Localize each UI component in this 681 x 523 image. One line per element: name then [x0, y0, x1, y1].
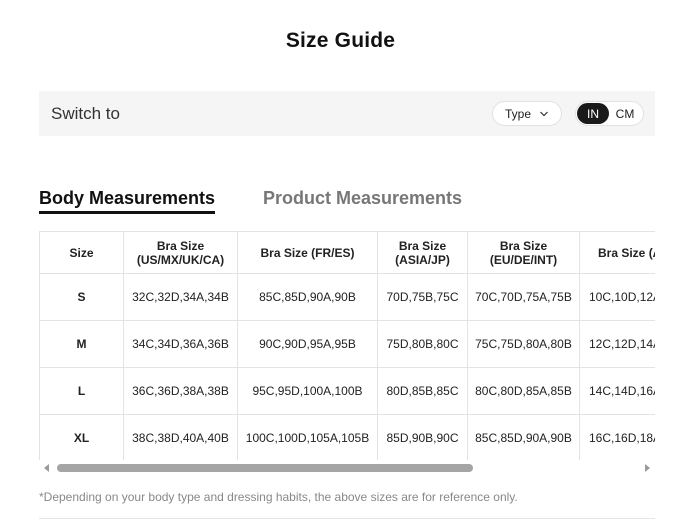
- horizontal-scrollbar[interactable]: [39, 461, 655, 475]
- header-size: Size: [39, 231, 124, 274]
- table-cell: 34C,34D,36A,36B: [123, 320, 238, 368]
- tab-product-measurements[interactable]: Product Measurements: [263, 188, 462, 209]
- cell-size: M: [39, 320, 124, 368]
- table-cell: 70D,75B,75C: [377, 273, 468, 321]
- type-dropdown[interactable]: Type: [492, 101, 562, 126]
- table-row: L 36C,36D,38A,38B 95C,95D,100A,100B 80D,…: [39, 367, 655, 415]
- table-cell: 14C,14D,16A,16B: [579, 367, 655, 415]
- active-tab-underline: [39, 211, 215, 214]
- header-bra-size-fr: Bra Size (FR/ES): [237, 231, 378, 274]
- table-cell: 38C,38D,40A,40B: [123, 414, 238, 460]
- page-title: Size Guide: [285, 29, 396, 52]
- table-cell: 95C,95D,100A,100B: [237, 367, 378, 415]
- chevron-down-icon: [540, 111, 548, 117]
- size-table-scroll-area[interactable]: Size Bra Size (US/MX/UK/CA) Bra Size (FR/…: [39, 231, 655, 460]
- table-cell: 70C,70D,75A,75B: [467, 273, 580, 321]
- reference-note: *Depending on your body type and dressin…: [39, 490, 518, 504]
- table-cell: 80D,85B,85C: [377, 367, 468, 415]
- table-cell: 75D,80B,80C: [377, 320, 468, 368]
- table-cell: 85D,90B,90C: [377, 414, 468, 460]
- unit-toggle: IN CM: [575, 101, 644, 126]
- table-cell: 90C,90D,95A,95B: [237, 320, 378, 368]
- scroll-right-arrow-icon[interactable]: [645, 464, 650, 472]
- table-cell: 100C,100D,105A,105B: [237, 414, 378, 460]
- cell-size: L: [39, 367, 124, 415]
- table-cell: 80C,80D,85A,85B: [467, 367, 580, 415]
- table-cell: 12C,12D,14A,14B: [579, 320, 655, 368]
- divider: [39, 518, 655, 519]
- table-cell: 10C,10D,12A,12B: [579, 273, 655, 321]
- table-cell: 16C,16D,18A,18B: [579, 414, 655, 460]
- table-row: S 32C,32D,34A,34B 85C,85D,90A,90B 70D,75…: [39, 273, 655, 321]
- table-row: XL 38C,38D,40A,40B 100C,100D,105A,105B 8…: [39, 414, 655, 460]
- unit-switch-bar: Switch to Type IN CM: [39, 91, 655, 136]
- header-bra-size-asia: Bra Size (ASIA/JP): [377, 231, 468, 274]
- table-cell: 75C,75D,80A,80B: [467, 320, 580, 368]
- scroll-left-arrow-icon[interactable]: [44, 464, 49, 472]
- cell-size: S: [39, 273, 124, 321]
- table-row: M 34C,34D,36A,36B 90C,90D,95A,95B 75D,80…: [39, 320, 655, 368]
- unit-cm-button[interactable]: CM: [609, 103, 641, 124]
- table-header-row: Size Bra Size (US/MX/UK/CA) Bra Size (FR/…: [39, 231, 655, 274]
- table-cell: 85C,85D,90A,90B: [467, 414, 580, 460]
- unit-in-button[interactable]: IN: [577, 103, 609, 124]
- header-bra-size-eu: Bra Size (EU/DE/INT): [467, 231, 580, 274]
- switch-label: Switch to: [51, 104, 120, 123]
- header-bra-size-au: Bra Size (AU/NZ): [579, 231, 655, 274]
- header-bra-size-us: Bra Size (US/MX/UK/CA): [123, 231, 238, 274]
- size-table: Size Bra Size (US/MX/UK/CA) Bra Size (FR/…: [39, 231, 655, 460]
- table-cell: 32C,32D,34A,34B: [123, 273, 238, 321]
- tab-body-measurements[interactable]: Body Measurements: [39, 188, 215, 209]
- table-cell: 36C,36D,38A,38B: [123, 367, 238, 415]
- type-dropdown-label: Type: [505, 106, 532, 121]
- scrollbar-thumb[interactable]: [57, 464, 473, 472]
- table-cell: 85C,85D,90A,90B: [237, 273, 378, 321]
- cell-size: XL: [39, 414, 124, 460]
